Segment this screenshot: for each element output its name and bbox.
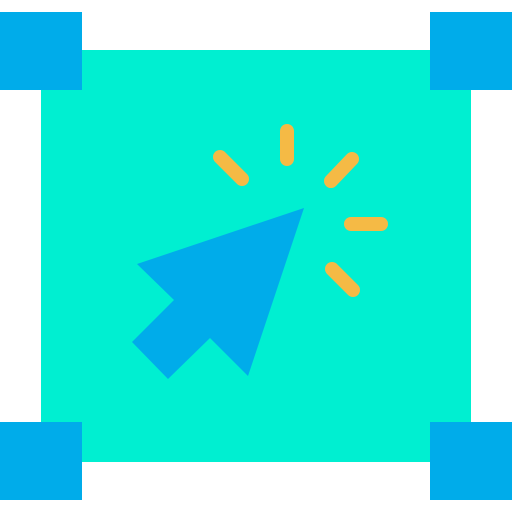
corner-handle-top-left xyxy=(0,12,82,90)
corner-handle-bottom-left xyxy=(0,422,82,500)
corner-handle-bottom-right xyxy=(430,422,512,500)
corner-handle-top-right xyxy=(430,12,512,90)
click-select-icon xyxy=(0,12,512,500)
